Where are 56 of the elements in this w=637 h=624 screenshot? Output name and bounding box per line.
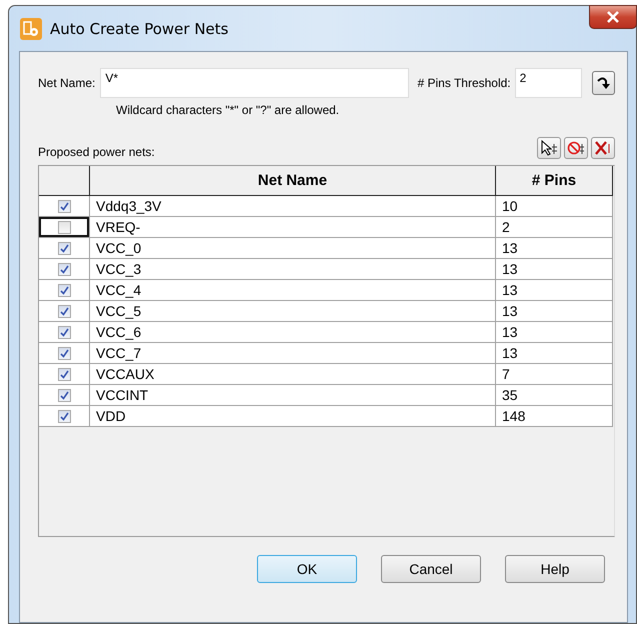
checkbox[interactable] [58, 346, 70, 360]
pins-cell: 13 [496, 322, 612, 342]
net-name-label: Net Name: [38, 76, 96, 90]
no-entry-icon [567, 140, 585, 156]
app-icon [20, 18, 42, 40]
proposed-nets-label: Proposed power nets: [38, 145, 155, 159]
close-icon [606, 11, 620, 23]
column-header[interactable]: Net Name [90, 166, 496, 196]
net-name-cell: Vddq3_3V [90, 196, 496, 216]
net-name-cell: VCC_0 [90, 238, 496, 258]
net-name-cell: VCC_3 [90, 258, 496, 280]
net-name-cell: VCCAUX [90, 364, 496, 384]
pins-cell: 13 [496, 238, 612, 258]
threshold-label: # Pins Threshold: [417, 76, 511, 90]
checkbox[interactable] [58, 410, 70, 422]
checkbox[interactable] [58, 242, 70, 254]
dialog-button[interactable]: Help [505, 555, 605, 583]
cursor-icon [540, 140, 558, 156]
pins-cell: 13 [496, 300, 612, 322]
wildcard-hint: Wildcard characters "*" or "?" are allowed. [116, 103, 340, 117]
checkbox[interactable] [58, 388, 70, 402]
checkbox[interactable] [58, 284, 70, 296]
net-name-cell: VCCINT [90, 384, 496, 406]
dialog-button[interactable]: Cancel [381, 555, 481, 583]
pins-cell: 10 [496, 196, 612, 216]
apply-button[interactable] [592, 71, 615, 95]
checkbox[interactable] [58, 262, 70, 276]
pins-cell: 13 [496, 258, 612, 280]
net-name-cell: VCC_6 [90, 322, 496, 342]
pins-cell: 2 [496, 216, 612, 238]
select-all-button[interactable] [537, 137, 561, 159]
pins-cell: 7 [496, 364, 612, 384]
pins-cell: 13 [496, 280, 612, 300]
pins-cell: 148 [496, 406, 612, 426]
checkbox[interactable] [58, 326, 70, 338]
checkbox[interactable] [58, 200, 70, 212]
net-name-cell: VDD [90, 406, 496, 426]
delete-icon [594, 140, 612, 156]
net-name-cell: VCC_7 [90, 342, 496, 364]
curved-arrow-icon [595, 75, 612, 91]
net-name-field[interactable]: V* [100, 68, 410, 98]
deselect-all-button[interactable] [564, 137, 588, 159]
checkbox[interactable] [58, 304, 70, 318]
close-button[interactable] [589, 5, 637, 29]
pins-cell: 13 [496, 342, 612, 364]
threshold-field[interactable]: 2 [514, 68, 582, 98]
delete-button[interactable] [591, 137, 615, 159]
pins-cell: 35 [496, 384, 612, 406]
window-title: Auto Create Power Nets [50, 20, 228, 38]
net-name-cell: VCC_4 [90, 280, 496, 300]
checkbox[interactable] [58, 368, 70, 380]
dialog-button[interactable]: OK [257, 555, 357, 583]
net-name-cell: VREQ- [90, 216, 496, 238]
checkbox[interactable] [58, 220, 70, 234]
net-name-cell: VCC_5 [90, 300, 496, 322]
column-header[interactable]: # Pins [496, 166, 612, 196]
